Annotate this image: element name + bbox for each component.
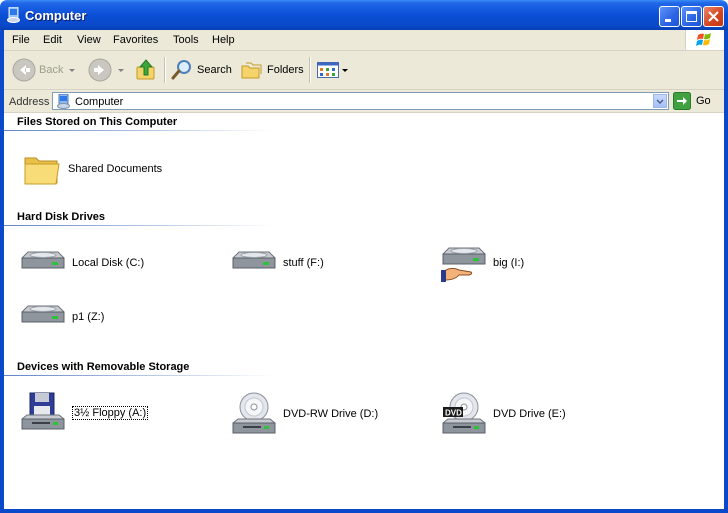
group-heading-files: Files Stored on This Computer [17, 116, 178, 128]
toolbar-separator [309, 57, 311, 83]
item-floppy-a[interactable]: 3½ Floppy (A:) [20, 391, 149, 435]
shared-hard-disk-icon [441, 247, 486, 282]
folders-label: Folders [267, 64, 304, 76]
windows-flag-icon [696, 33, 711, 46]
forward-dropdown-icon[interactable] [118, 68, 124, 72]
floppy-drive-icon [21, 392, 65, 430]
address-bar: Address Computer Go [4, 90, 724, 113]
window-right-border [724, 30, 728, 513]
back-arrow-icon [12, 58, 36, 82]
folder-icon [24, 157, 60, 185]
maximize-button[interactable] [681, 6, 702, 27]
group-divider [4, 130, 274, 131]
item-dvd-rw-d[interactable]: DVD-RW Drive (D:) [231, 391, 378, 437]
group-heading-removable: Devices with Removable Storage [17, 361, 190, 373]
title-bar[interactable]: Computer [0, 0, 728, 30]
up-folder-icon [136, 59, 155, 80]
address-input[interactable]: Computer [52, 92, 669, 110]
menu-view[interactable]: View [77, 34, 101, 46]
item-label: Shared Documents [68, 163, 163, 175]
forward-button[interactable] [88, 58, 124, 82]
group-heading-hdd: Hard Disk Drives [17, 211, 106, 223]
item-big-i[interactable]: big (I:) [441, 244, 524, 282]
minimize-icon [665, 19, 671, 22]
search-label: Search [197, 64, 232, 76]
dvd-badge-text: DVD [445, 409, 462, 418]
windows-logo [685, 30, 724, 50]
toolbar-separator [164, 57, 166, 83]
cd-drive-icon [232, 392, 276, 434]
views-dropdown-icon[interactable] [342, 68, 348, 72]
window-title: Computer [25, 8, 87, 23]
close-icon [708, 11, 719, 22]
address-label: Address [9, 96, 50, 108]
go-button[interactable]: Go [673, 92, 711, 110]
search-button[interactable]: Search [170, 58, 232, 82]
folders-button[interactable]: Folders [240, 58, 304, 82]
computer-icon [57, 94, 70, 109]
group-divider [4, 375, 274, 376]
folder-view: Files Stored on This Computer Shared Doc… [4, 113, 724, 509]
window-bottom-border [0, 509, 728, 513]
go-label: Go [696, 95, 711, 107]
views-icon [317, 62, 339, 78]
menu-bar: File Edit View Favorites Tools Help [4, 30, 724, 51]
chevron-down-icon [656, 99, 664, 105]
explorer-window: Computer File Edit View Favorites Tools … [0, 0, 728, 513]
hard-disk-icon [21, 305, 65, 323]
item-label: DVD-RW Drive (D:) [283, 408, 379, 420]
back-button[interactable]: Back [12, 58, 76, 82]
close-button[interactable] [703, 6, 724, 27]
dvd-drive-icon: DVD [442, 392, 486, 434]
folders-icon [241, 62, 262, 79]
item-stuff-f[interactable]: stuff (F:) [231, 244, 324, 282]
menu-tools[interactable]: Tools [173, 34, 199, 46]
menu-edit[interactable]: Edit [43, 34, 62, 46]
item-label: 3½ Floppy (A:) [72, 406, 149, 420]
toolbar: Back Search Folders [4, 51, 724, 90]
back-dropdown-icon[interactable] [69, 68, 76, 72]
item-label: big (I:) [493, 257, 525, 269]
forward-arrow-icon [88, 58, 112, 82]
menu-help[interactable]: Help [212, 34, 235, 46]
item-label: stuff (F:) [283, 257, 324, 269]
minimize-button[interactable] [659, 6, 680, 27]
address-value: Computer [75, 96, 124, 108]
item-shared-documents[interactable]: Shared Documents [22, 149, 162, 189]
item-label: p1 (Z:) [72, 311, 105, 323]
computer-icon [7, 7, 20, 23]
views-button[interactable] [316, 58, 348, 82]
magnifier-icon [171, 60, 191, 80]
item-label: DVD Drive (E:) [493, 408, 566, 420]
item-local-disk-c[interactable]: Local Disk (C:) [20, 244, 144, 282]
menu-file[interactable]: File [12, 34, 30, 46]
up-button[interactable] [134, 58, 158, 82]
item-p1-z[interactable]: p1 (Z:) [20, 298, 104, 336]
maximize-icon [686, 11, 697, 22]
group-divider [4, 225, 274, 226]
hard-disk-icon [21, 251, 65, 269]
back-label: Back [39, 64, 64, 76]
item-dvd-e[interactable]: DVD DVD Drive (E:) [441, 391, 566, 437]
go-arrow-icon [673, 92, 691, 110]
item-label: Local Disk (C:) [72, 257, 145, 269]
address-dropdown-button[interactable] [653, 94, 667, 108]
hard-disk-icon [232, 251, 276, 269]
menu-favorites[interactable]: Favorites [113, 34, 158, 46]
